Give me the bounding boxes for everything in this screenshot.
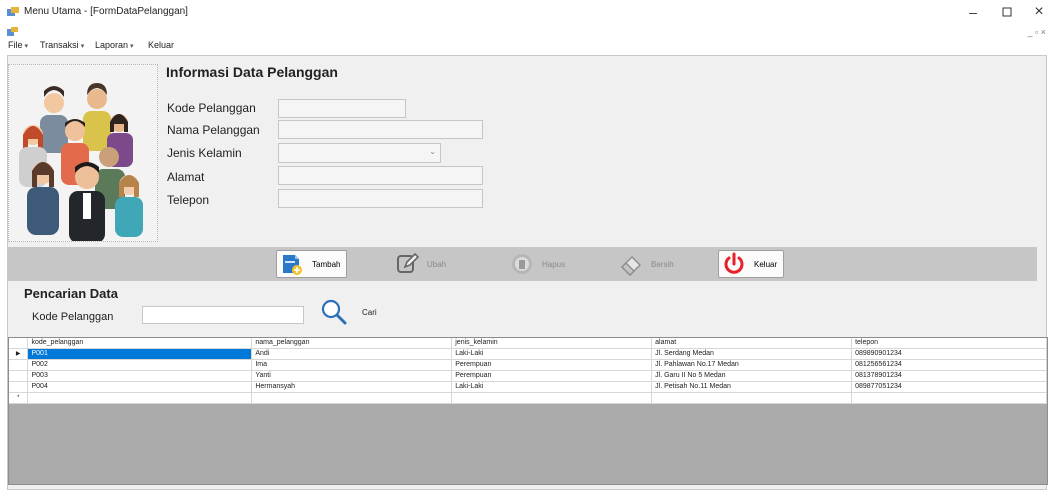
table-cell[interactable] xyxy=(27,392,253,404)
keluar-label: Keluar xyxy=(754,259,778,269)
table-cell[interactable]: P002 xyxy=(27,359,253,371)
table-cell[interactable]: P001 xyxy=(27,348,253,360)
window-title: Menu Utama - [FormDataPelanggan] xyxy=(24,6,188,17)
nama-pelanggan-label: Nama Pelanggan xyxy=(167,123,260,137)
ubah-button[interactable]: Ubah xyxy=(391,250,450,278)
row-header-corner xyxy=(9,338,29,349)
delete-icon xyxy=(512,254,532,274)
menu-file[interactable]: File ▾ xyxy=(8,40,28,50)
cari-label: Cari xyxy=(362,308,377,317)
alamat-label: Alamat xyxy=(167,170,205,184)
people-group-icon xyxy=(19,83,143,241)
form-title: Informasi Data Pelanggan xyxy=(166,64,338,80)
tambah-label: Tambah xyxy=(312,259,341,269)
search-input[interactable] xyxy=(142,306,304,324)
menu-keluar[interactable]: Keluar xyxy=(148,40,174,50)
current-row-indicator[interactable]: ▶ xyxy=(9,348,29,360)
column-header-telepon[interactable]: telepon xyxy=(851,338,1047,349)
bersih-label: Bersih xyxy=(651,259,674,269)
table-cell[interactable]: Jl. Garu II No 5 Medan xyxy=(651,370,853,382)
title-bar: Menu Utama - [FormDataPelanggan] – × xyxy=(0,0,1054,26)
minimize-button[interactable]: – xyxy=(960,3,986,21)
table-cell[interactable]: Laki-Laki xyxy=(451,381,653,393)
child-window-controls[interactable]: _ ▫ × xyxy=(1028,27,1046,37)
new-row[interactable]: * xyxy=(9,392,1047,404)
table-cell[interactable]: Jl. Pahlawan No.17 Medan xyxy=(651,359,853,371)
table-cell[interactable]: Perempuan xyxy=(451,359,653,371)
new-row-indicator[interactable]: * xyxy=(9,392,29,404)
kode-pelanggan-label: Kode Pelanggan xyxy=(167,101,256,115)
eraser-icon xyxy=(621,256,641,276)
row-header[interactable] xyxy=(9,359,29,371)
table-cell[interactable]: 089877051234 xyxy=(851,381,1047,393)
telepon-label: Telepon xyxy=(167,193,210,207)
column-header-alamat[interactable]: alamat xyxy=(651,338,853,349)
table-row[interactable]: P003 Yanti Perempuan Jl. Garu II No 5 Me… xyxy=(9,370,1047,382)
search-icon xyxy=(321,299,347,325)
telepon-field[interactable] xyxy=(278,189,483,208)
action-toolbar: Tambah Ubah Hapus Bersih Keluar xyxy=(8,247,1037,281)
table-cell[interactable] xyxy=(651,392,853,404)
power-icon xyxy=(724,252,744,274)
cari-button[interactable]: Cari xyxy=(320,297,392,327)
jenis-kelamin-select[interactable]: ⌄ xyxy=(278,143,441,163)
table-cell[interactable] xyxy=(451,392,653,404)
table-cell[interactable]: Jl. Serdang Medan xyxy=(651,348,853,360)
table-cell[interactable] xyxy=(251,392,453,404)
table-cell[interactable]: 081378901234 xyxy=(851,370,1047,382)
table-row[interactable]: ▶ P001 Andi Laki-Laki Jl. Serdang Medan … xyxy=(9,348,1047,360)
hapus-button[interactable]: Hapus xyxy=(506,250,569,278)
child-window-icon xyxy=(7,27,18,36)
table-cell[interactable] xyxy=(851,392,1047,404)
keluar-button[interactable]: Keluar xyxy=(718,250,785,278)
nama-pelanggan-field[interactable] xyxy=(278,120,483,139)
table-cell[interactable]: Yanti xyxy=(251,370,453,382)
column-header-kode[interactable]: kode_pelanggan xyxy=(27,338,253,349)
table-cell[interactable]: P003 xyxy=(27,370,253,382)
kode-pelanggan-field[interactable] xyxy=(278,99,406,118)
customer-table: kode_pelanggan nama_pelanggan jenis_kela… xyxy=(9,338,1047,404)
table-cell[interactable]: 089890901234 xyxy=(851,348,1047,360)
table-cell[interactable]: 081256561234 xyxy=(851,359,1047,371)
maximize-button[interactable] xyxy=(994,3,1020,21)
table-row[interactable]: P004 Hermansyah Laki-Laki Jl. Petisah No… xyxy=(9,381,1047,393)
table-row[interactable]: P002 Ima Perempuan Jl. Pahlawan No.17 Me… xyxy=(9,359,1047,371)
search-section-title: Pencarian Data xyxy=(24,286,118,301)
table-cell[interactable]: Perempuan xyxy=(451,370,653,382)
ubah-label: Ubah xyxy=(427,259,447,269)
edit-icon xyxy=(397,252,419,273)
add-file-icon xyxy=(283,255,302,275)
app-icon xyxy=(7,7,19,16)
table-cell[interactable]: P004 xyxy=(27,381,253,393)
customer-data-grid[interactable]: kode_pelanggan nama_pelanggan jenis_kela… xyxy=(8,337,1048,485)
table-cell[interactable]: Ima xyxy=(251,359,453,371)
close-button[interactable]: × xyxy=(1026,3,1052,21)
customers-picture xyxy=(8,64,158,242)
hapus-label: Hapus xyxy=(542,259,566,269)
table-header-row: kode_pelanggan nama_pelanggan jenis_kela… xyxy=(9,338,1047,349)
column-header-jenis[interactable]: jenis_kelamin xyxy=(451,338,653,349)
table-cell[interactable]: Laki-Laki xyxy=(451,348,653,360)
table-cell[interactable]: Hermansyah xyxy=(251,381,453,393)
menu-bar: File ▾ Transaksi ▾ Laporan ▾ Keluar xyxy=(0,38,1054,54)
alamat-field[interactable] xyxy=(278,166,483,185)
menu-laporan[interactable]: Laporan ▾ xyxy=(95,40,134,50)
table-cell[interactable]: Jl. Petisah No.11 Medan xyxy=(651,381,853,393)
chevron-down-icon: ⌄ xyxy=(429,147,436,156)
menu-transaksi[interactable]: Transaksi ▾ xyxy=(40,40,84,50)
table-cell[interactable]: Andi xyxy=(251,348,453,360)
bersih-button[interactable]: Bersih xyxy=(615,250,678,278)
jenis-kelamin-label: Jenis Kelamin xyxy=(167,146,242,160)
row-header[interactable] xyxy=(9,370,29,382)
restore-icon xyxy=(1002,7,1012,17)
tambah-button[interactable]: Tambah xyxy=(276,250,348,278)
column-header-nama[interactable]: nama_pelanggan xyxy=(251,338,453,349)
row-header[interactable] xyxy=(9,381,29,393)
search-kode-label: Kode Pelanggan xyxy=(32,311,114,323)
